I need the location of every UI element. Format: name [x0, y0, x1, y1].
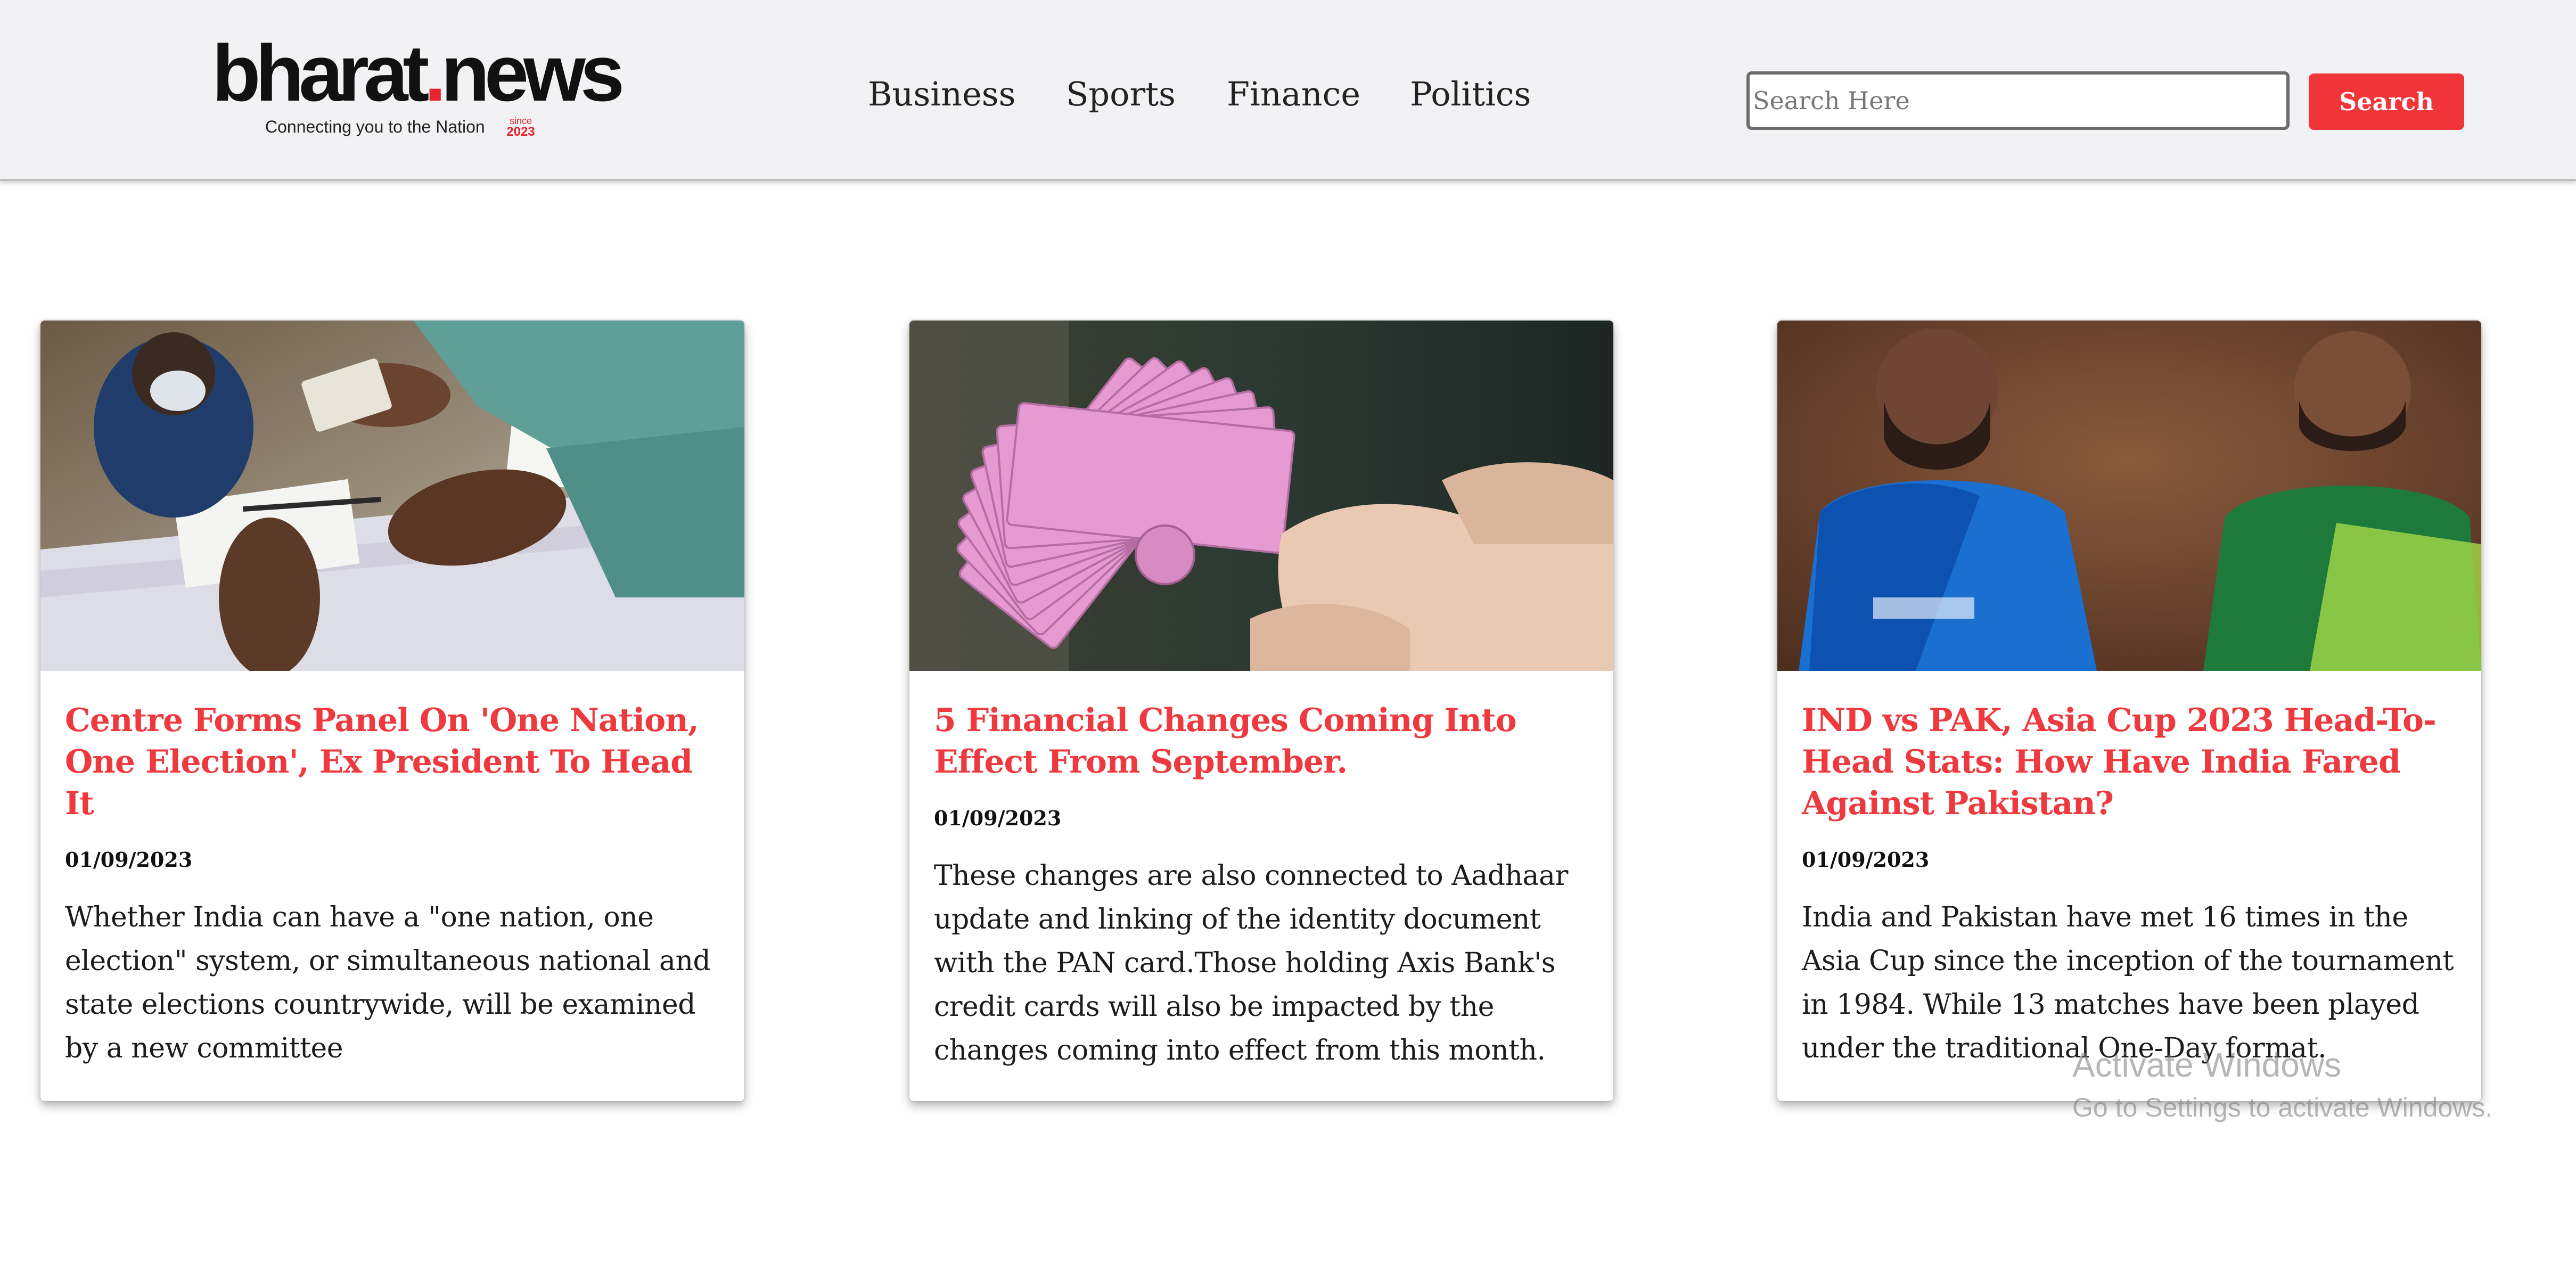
- nav-item-business[interactable]: Business: [868, 75, 1015, 113]
- article-date: 01/09/2023: [65, 848, 193, 872]
- rupee-notes-hand-image[interactable]: [909, 321, 1613, 671]
- nav-item-sports[interactable]: Sports: [1066, 75, 1176, 113]
- article-summary: Whether India can have a "one nation, on…: [65, 901, 711, 1064]
- voting-ink-finger-image[interactable]: [40, 321, 744, 671]
- logo-wordmark: bharat.news: [212, 28, 625, 118]
- article-card[interactable]: 5 Financial Changes Coming Into Effect F…: [909, 321, 1613, 1101]
- article-date: 01/09/2023: [1802, 848, 1930, 872]
- cricket-captains-image[interactable]: [1777, 321, 2481, 671]
- article-card[interactable]: Centre Forms Panel On 'One Nation, One E…: [40, 321, 744, 1101]
- search-button[interactable]: Search: [2309, 73, 2464, 130]
- logo-tagline: Connecting you to the Nation: [265, 117, 485, 136]
- article-date: 01/09/2023: [934, 806, 1062, 830]
- search-input[interactable]: [1746, 71, 2290, 130]
- article-card[interactable]: IND vs PAK, Asia Cup 2023 Head-To-Head S…: [1777, 321, 2481, 1101]
- logo-since-badge: since 2023: [506, 116, 535, 139]
- article-title[interactable]: 5 Financial Changes Coming Into Effect F…: [934, 700, 1594, 783]
- nav-item-politics[interactable]: Politics: [1410, 75, 1531, 113]
- article-title[interactable]: IND vs PAK, Asia Cup 2023 Head-To-Head S…: [1802, 700, 2462, 824]
- site-header: bharat.news Connecting you to the Nation…: [0, 0, 2576, 181]
- article-title[interactable]: Centre Forms Panel On 'One Nation, One E…: [65, 700, 725, 824]
- article-summary: India and Pakistan have met 16 times in …: [1802, 901, 2454, 1064]
- nav-item-finance[interactable]: Finance: [1227, 75, 1360, 113]
- site-logo[interactable]: bharat.news Connecting you to the Nation…: [212, 33, 625, 149]
- article-summary: These changes are also connected to Aadh…: [934, 860, 1568, 1067]
